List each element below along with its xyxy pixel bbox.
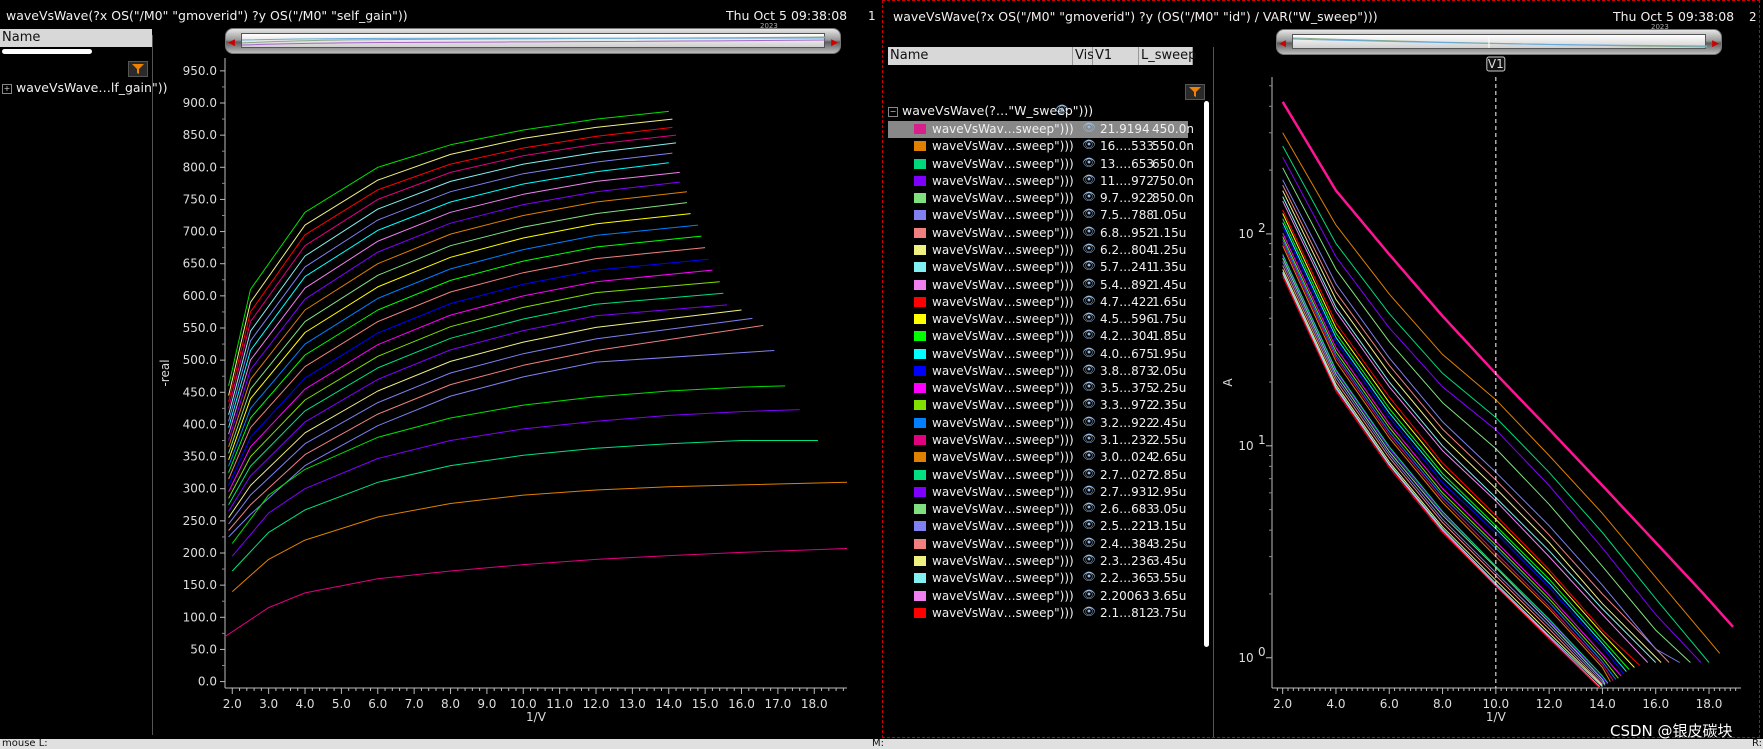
series-line (1282, 222, 1627, 672)
x-tick-label: 13.0 (619, 697, 646, 711)
series-line (1282, 226, 1625, 675)
x-tick-label: 17.0 (765, 697, 792, 711)
x-tick-label: 15.0 (692, 697, 719, 711)
y-tick-exponent: 0 (1258, 645, 1266, 659)
series-line (228, 152, 673, 422)
series-line (228, 235, 702, 473)
y-tick-label: 750.0 (183, 192, 217, 206)
x-tick-label: 12.0 (1536, 697, 1563, 711)
y-tick-exponent: 2 (1258, 221, 1266, 235)
y-tick-label: 10 (1238, 227, 1253, 241)
x-tick-label: 4.0 (295, 697, 314, 711)
y-tick-label: 150.0 (183, 578, 217, 592)
series-line (1282, 261, 1606, 686)
x-tick-label: 18.0 (1696, 697, 1723, 711)
series-line (1282, 167, 1691, 663)
series-line (1281, 101, 1734, 628)
x-axis-label: 1/V (1486, 710, 1507, 724)
x-tick-label: 6.0 (1380, 697, 1399, 711)
x-tick-label: 8.0 (441, 697, 460, 711)
series-line (228, 317, 753, 525)
left-plot-window: waveVsWave(?x OS("/M0" "gmoverid") ?y OS… (0, 0, 878, 738)
x-axis-label: 1/V (526, 710, 547, 724)
y-tick-label: 10 (1238, 439, 1253, 453)
series-line (228, 181, 680, 441)
y-tick-label: 10 (1238, 651, 1253, 665)
status-bar: mouse L: M: R: (0, 739, 1763, 749)
y-tick-label: 900.0 (183, 96, 217, 110)
y-tick-label: 400.0 (183, 417, 217, 431)
series-line (228, 126, 673, 403)
x-tick-label: 9.0 (477, 697, 496, 711)
x-tick-label: 14.0 (1589, 697, 1616, 711)
x-tick-label: 16.0 (728, 697, 755, 711)
series-line (231, 409, 800, 557)
y-tick-label: 200.0 (183, 546, 217, 560)
series-line (228, 247, 706, 480)
x-tick-label: 5.0 (332, 697, 351, 711)
y-tick-label: 650.0 (183, 257, 217, 271)
y-tick-label: 700.0 (183, 225, 217, 239)
y-tick-label: 800.0 (183, 160, 217, 174)
series-line (228, 304, 728, 512)
series-line (1282, 213, 1635, 668)
y-tick-label: 300.0 (183, 482, 217, 496)
status-mouse-middle: M: (872, 739, 884, 749)
x-tick-label: 2.0 (1273, 697, 1292, 711)
x-tick-label: 10.0 (510, 697, 537, 711)
x-tick-label: 3.0 (259, 697, 278, 711)
y-tick-label: 100.0 (183, 610, 217, 624)
series-line (228, 162, 669, 428)
series-line (228, 350, 775, 538)
y-tick-label: 950.0 (183, 64, 217, 78)
y-axis-label: A (1221, 378, 1235, 387)
series-line (1282, 184, 1670, 663)
series-line (224, 548, 848, 638)
series-line (1282, 196, 1657, 663)
series-line (228, 202, 688, 454)
y-tick-label: 500.0 (183, 353, 217, 367)
series-line (228, 134, 677, 409)
series-line (1282, 236, 1619, 679)
x-tick-label: 14.0 (655, 697, 682, 711)
series-line (231, 440, 818, 572)
left-chart: 0.0 50.0 100.0 150.0 200.0 250.0 300.0 350.0 400… (158, 58, 848, 724)
y-tick-label: 850.0 (183, 128, 217, 142)
y-tick-label: 0.0 (198, 675, 217, 689)
series-line (231, 481, 848, 592)
y-tick-label: 350.0 (183, 450, 217, 464)
right-plot-window: waveVsWave(?x OS("/M0" "gmoverid") ?y (O… (882, 0, 1760, 738)
y-tick-label: 600.0 (183, 289, 217, 303)
x-tick-label: 12.0 (583, 697, 610, 711)
x-tick-label: 11.0 (546, 697, 573, 711)
series-line (1282, 132, 1721, 654)
series-line (228, 213, 691, 460)
series-line (231, 385, 786, 544)
series-line (1282, 245, 1611, 683)
x-tick-label: 18.0 (801, 697, 828, 711)
status-mouse-right: R: (1752, 739, 1763, 749)
right-chart: 10 0 10 1 10 2 2.0 4.0 6.0 8.0 10.0 12.0 14.0 16.0 18.… (1221, 56, 1741, 724)
y-tick-label: 550.0 (183, 321, 217, 335)
x-tick-label: 2.0 (223, 697, 242, 711)
x-tick-label: 16.0 (1642, 697, 1669, 711)
y-axis-label: -real (158, 359, 172, 386)
x-tick-label: 4.0 (1326, 697, 1345, 711)
x-tick-label: 8.0 (1433, 697, 1452, 711)
series-line (1282, 156, 1702, 663)
cursor-v1-label: V1 (1488, 57, 1504, 71)
status-mouse-left: mouse L: (2, 739, 48, 749)
y-tick-label: 450.0 (183, 385, 217, 399)
y-tick-exponent: 1 (1258, 433, 1266, 447)
x-tick-label: 7.0 (405, 697, 424, 711)
x-tick-label: 10.0 (1482, 697, 1509, 711)
y-tick-label: 50.0 (190, 642, 217, 656)
x-tick-label: 6.0 (368, 697, 387, 711)
y-tick-label: 250.0 (183, 514, 217, 528)
watermark: CSDN @银皮碳块 (1610, 722, 1733, 740)
series-line (1282, 265, 1603, 685)
